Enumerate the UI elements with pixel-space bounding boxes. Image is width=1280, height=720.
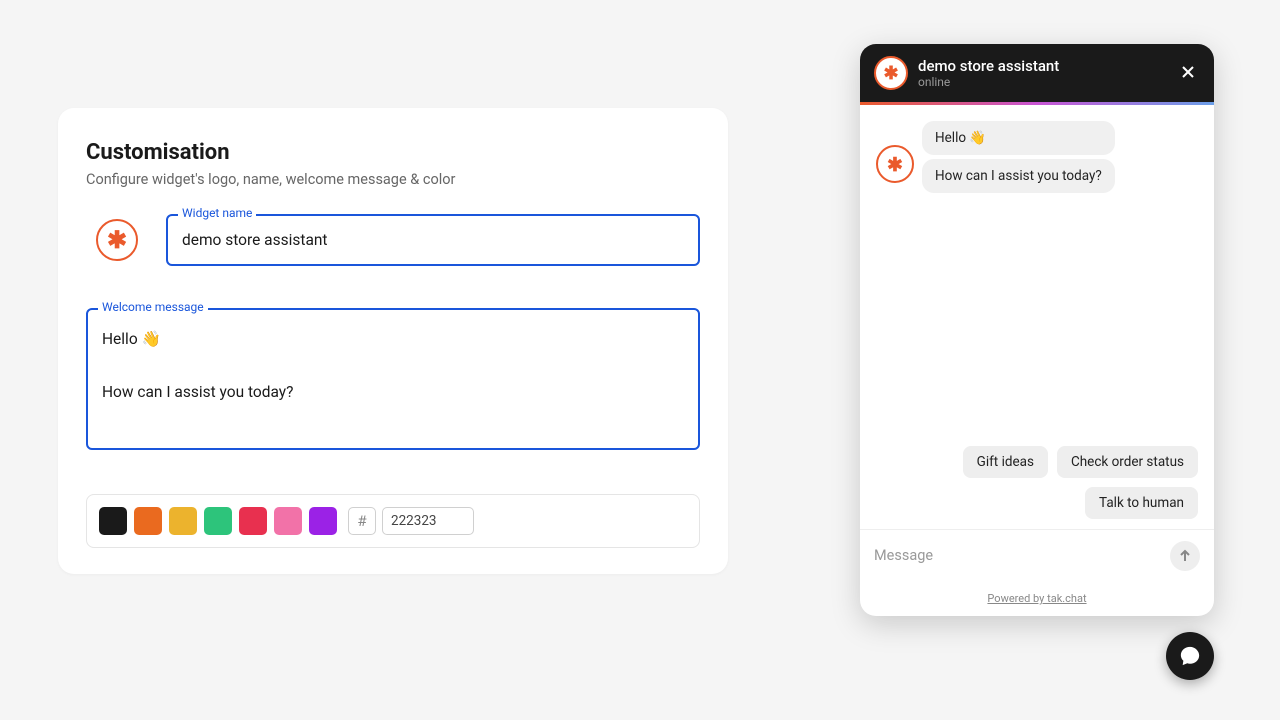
welcome-message-field: Welcome message [86,308,700,454]
message-bubble: Hello 👋 [922,121,1115,155]
chat-widget: ✱ demo store assistant online ✱ Hello 👋 … [860,44,1214,616]
send-button[interactable] [1170,541,1200,571]
card-subtitle: Configure widget's logo, name, welcome m… [86,171,700,188]
color-swatch-yellow[interactable] [169,507,197,535]
asterisk-icon: ✱ [887,153,903,176]
chat-close-button[interactable] [1176,57,1200,89]
color-swatch-purple[interactable] [309,507,337,535]
color-swatch-pink[interactable] [274,507,302,535]
chat-header: ✱ demo store assistant online [860,44,1214,102]
customisation-card: Customisation Configure widget's logo, n… [58,108,728,574]
chat-body: ✱ Hello 👋 How can I assist you today? Gi… [860,105,1214,529]
widget-name-input[interactable] [166,214,700,266]
chat-launcher-button[interactable] [1166,632,1214,680]
arrow-up-icon [1178,549,1192,563]
chip-talk-human[interactable]: Talk to human [1085,487,1198,519]
chat-bubble-icon [1179,645,1201,667]
logo-upload[interactable]: ✱ [96,219,138,261]
chip-gift-ideas[interactable]: Gift ideas [963,446,1048,478]
welcome-message-input[interactable] [86,308,700,450]
chat-title: demo store assistant [918,57,1176,75]
powered-by-link[interactable]: Powered by tak.chat [987,592,1086,605]
suggestion-chips: Gift ideas Check order status Talk to hu… [918,446,1198,519]
message-bubbles: Hello 👋 How can I assist you today? [922,121,1115,193]
color-swatch-green[interactable] [204,507,232,535]
chat-footer: Powered by tak.chat [860,581,1214,616]
chat-status: online [918,75,1176,89]
hash-prefix: # [348,507,376,535]
chat-header-avatar: ✱ [874,56,908,90]
chip-check-order[interactable]: Check order status [1057,446,1198,478]
color-swatch-orange[interactable] [134,507,162,535]
asterisk-icon: ✱ [107,226,127,254]
card-title: Customisation [86,140,700,165]
close-icon [1180,64,1196,80]
widget-name-field: Widget name [166,214,700,266]
assistant-message-row: ✱ Hello 👋 How can I assist you today? [876,121,1198,193]
message-bubble: How can I assist you today? [922,159,1115,193]
welcome-label: Welcome message [98,300,208,314]
chat-header-text: demo store assistant online [918,57,1176,89]
message-avatar: ✱ [876,145,914,183]
color-swatch-black[interactable] [99,507,127,535]
chat-message-input[interactable] [874,547,1170,564]
asterisk-icon: ✱ [883,63,898,84]
color-picker-row: # [86,494,700,548]
chat-input-row [860,529,1214,581]
color-swatch-red[interactable] [239,507,267,535]
widget-name-label: Widget name [178,206,256,220]
logo-name-row: ✱ Widget name [86,214,700,266]
hex-color-input[interactable] [382,507,474,535]
